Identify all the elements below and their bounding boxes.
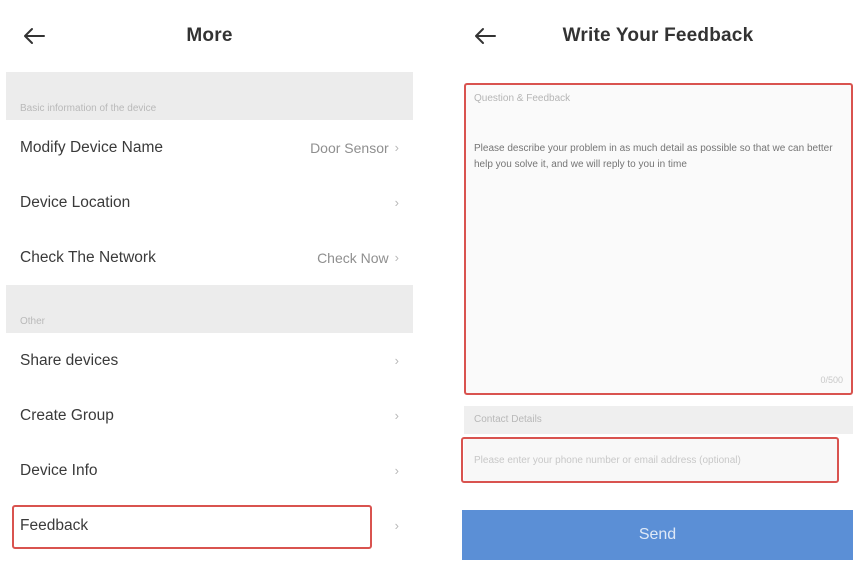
contact-input[interactable] [464,438,839,482]
chevron-right-icon: › [394,518,399,533]
row-value: Door Sensor [310,139,389,156]
row-label: Device Location [20,193,131,211]
row-label: Device Info [20,461,98,479]
feedback-header: Write Your Feedback [457,0,859,72]
row-modify-device-name[interactable]: Modify Device Name Door Sensor › [6,120,413,175]
row-label: Create Group [20,406,114,424]
more-header: More [6,0,413,72]
feedback-screen: Write Your Feedback Question & Feedback … [457,0,859,566]
chevron-right-icon: › [394,250,399,265]
row-share-devices[interactable]: Share devices › [6,333,413,388]
row-value: Check Now [317,249,389,266]
back-arrow-icon[interactable] [471,22,499,50]
feedback-area: Question & Feedback 0/500 [464,83,853,395]
chevron-right-icon: › [394,408,399,423]
row-label: Share devices [20,351,119,369]
row-label: Modify Device Name [20,138,163,156]
row-device-location[interactable]: Device Location › [6,175,413,230]
more-screen: More Basic information of the device Mod… [6,0,413,566]
row-check-network[interactable]: Check The Network Check Now › [6,230,413,285]
row-create-group[interactable]: Create Group › [6,388,413,443]
back-arrow-icon[interactable] [20,22,48,50]
send-button[interactable]: Send [462,510,853,560]
feedback-label: Question & Feedback [474,93,571,104]
feedback-textarea[interactable] [474,141,841,191]
char-count: 0/500 [820,375,843,385]
row-label: Check The Network [20,248,156,266]
page-title: More [186,25,233,46]
section-header-device-info: Basic information of the device [6,72,413,120]
page-title: Write Your Feedback [562,25,754,46]
row-label: Feedback [20,516,89,534]
chevron-right-icon: › [394,463,399,478]
chevron-right-icon: › [394,195,399,210]
row-feedback[interactable]: Feedback › [6,498,413,553]
contact-label: Contact Details [464,406,853,434]
chevron-right-icon: › [394,353,399,368]
row-device-info[interactable]: Device Info › [6,443,413,498]
section-header-other: Other [6,285,413,333]
chevron-right-icon: › [394,140,399,155]
